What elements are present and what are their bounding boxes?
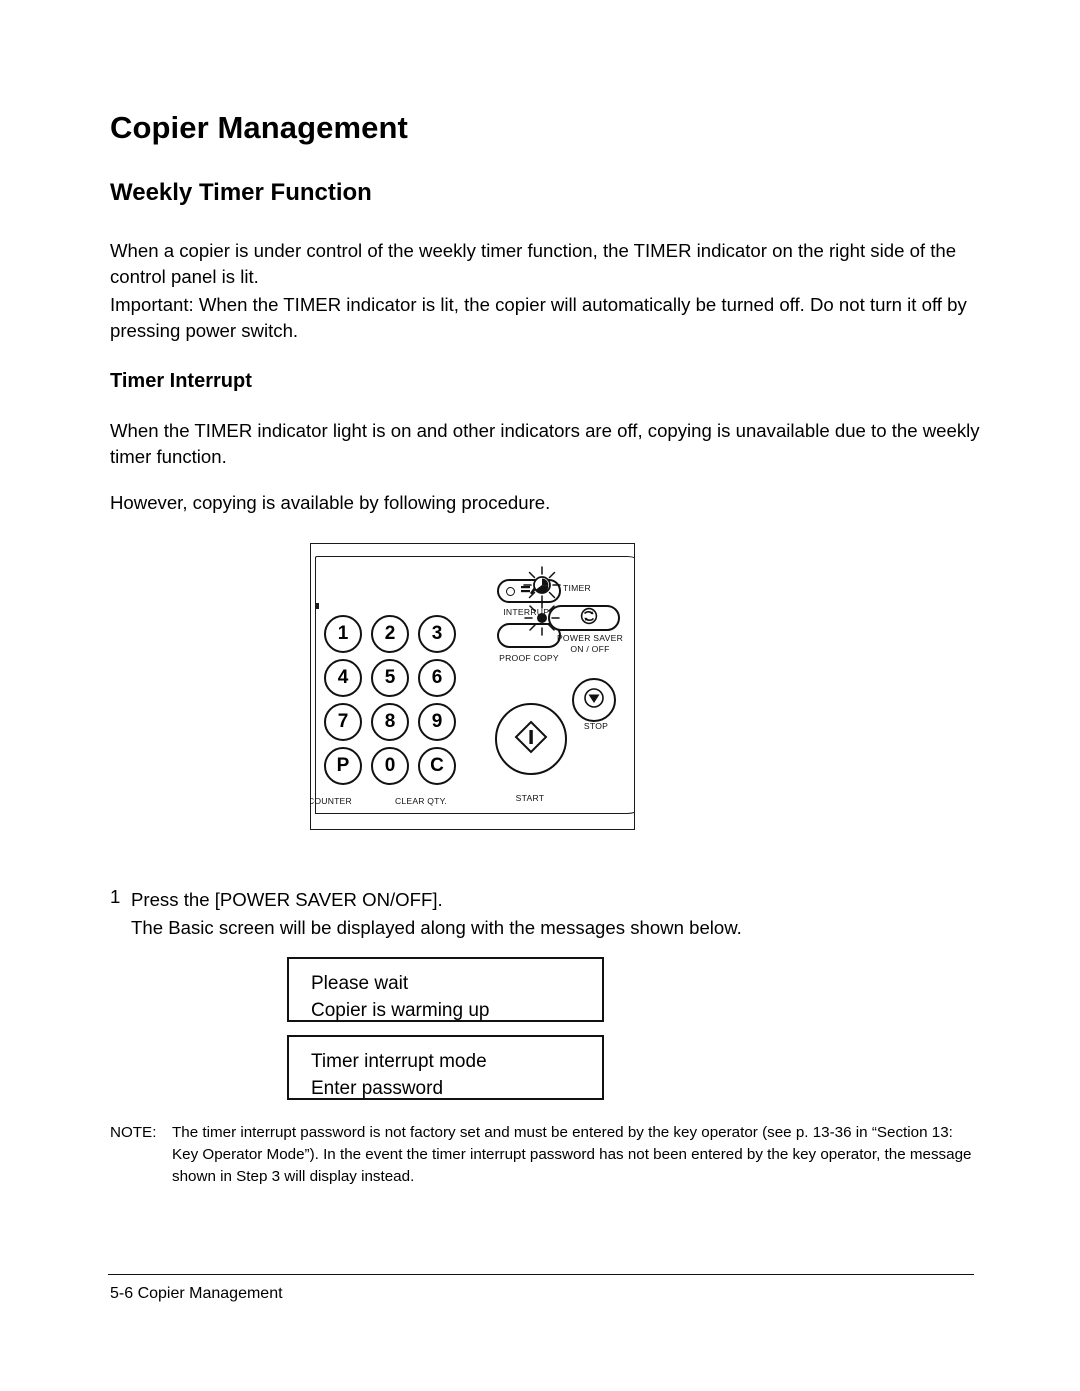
start-button[interactable] [495,703,567,775]
message-1-line-1: Please wait [311,973,409,994]
panel-clip-region: 1 2 3 4 5 6 7 8 9 P 0 C COUNTER CLEAR QT… [310,543,635,830]
keypad-row: 1 2 3 [324,615,456,653]
keypad-row: 4 5 6 [324,659,456,697]
control-panel-figure: 1 2 3 4 5 6 7 8 9 P 0 C COUNTER CLEAR QT… [310,543,635,830]
label-power-saver-sub: ON / OFF [570,644,610,654]
step-number-1: 1 [110,886,121,907]
key-1[interactable]: 1 [324,615,362,653]
note-label: NOTE: [110,1124,157,1141]
key-4[interactable]: 4 [324,659,362,697]
key-7[interactable]: 7 [324,703,362,741]
document-page: Copier Management Weekly Timer Function … [0,0,1080,1391]
paragraph-weekly-timer: When a copier is under control of the we… [110,240,957,287]
key-5[interactable]: 5 [371,659,409,697]
key-6[interactable]: 6 [418,659,456,697]
step-1-line-2: The Basic screen will be displayed along… [131,917,742,938]
keypad-row: P 0 C [324,747,456,785]
keypad-row: 7 8 9 [324,703,456,741]
label-clear-qty: CLEAR QTY. [395,796,447,806]
paragraph-timer-indicator: When the TIMER indicator light is on and… [110,420,980,467]
panel-edge-tick [315,603,319,609]
label-stop: STOP [583,721,609,731]
message-2-line-1: Timer interrupt mode [311,1051,487,1072]
sub-heading-timer-interrupt: Timer Interrupt [110,370,252,392]
label-power-saver: POWER SAVER ON / OFF [540,633,635,655]
key-3[interactable]: 3 [418,615,456,653]
key-8[interactable]: 8 [371,703,409,741]
step-1-line-1: Press the [POWER SAVER ON/OFF]. [131,889,443,910]
label-start: START [515,793,545,803]
key-p-counter[interactable]: P [324,747,362,785]
paragraph-important: Important: When the TIMER indicator is l… [110,294,967,341]
paragraph-however: However, copying is available by followi… [110,492,551,513]
key-c-clear[interactable]: C [418,747,456,785]
power-saver-indicator [522,598,562,638]
footer-page-label: 5-6 Copier Management [110,1285,283,1302]
key-9[interactable]: 9 [418,703,456,741]
stop-triangle-icon [583,687,605,714]
interrupt-led-icon [506,586,515,596]
message-1-line-2: Copier is warming up [311,1000,490,1021]
page-title: Copier Management [110,110,408,145]
start-diamond-icon [513,719,549,760]
note-text: The timer interrupt password is not fact… [172,1124,972,1185]
step-body-1: Press the [POWER SAVER ON/OFF]. The Basi… [131,886,971,942]
key-0[interactable]: 0 [371,747,409,785]
numeric-keypad: 1 2 3 4 5 6 7 8 9 P 0 C [324,615,456,791]
label-timer: TIMER [563,583,591,593]
label-counter: COUNTER [310,796,352,806]
message-box-warming-up: Please wait Copier is warming up [287,957,604,1022]
message-2-line-2: Enter password [311,1078,444,1099]
footer-divider [108,1274,974,1275]
key-2[interactable]: 2 [371,615,409,653]
section-heading: Weekly Timer Function [110,179,372,206]
stop-button[interactable] [572,678,616,722]
power-saver-recycle-icon [580,607,598,630]
message-box-timer-interrupt: Timer interrupt mode Enter password [287,1035,604,1100]
label-power-saver-main: POWER SAVER [556,633,624,643]
